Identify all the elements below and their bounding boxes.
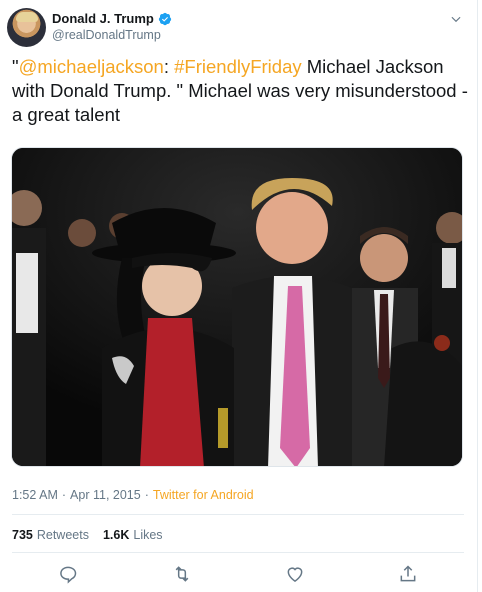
retweet-icon[interactable] <box>172 564 192 584</box>
retweets-label: Retweets <box>36 528 89 542</box>
verified-icon <box>158 12 171 25</box>
tweet-source-link[interactable]: Twitter for Android <box>153 488 254 502</box>
likes-count: 1.6K <box>102 528 130 542</box>
retweets-count: 735 <box>12 528 33 542</box>
photo-illustration <box>12 148 462 466</box>
author-name-row: Donald J. Trump <box>52 11 172 26</box>
avatar[interactable] <box>7 8 46 47</box>
tweet-colon: : <box>163 56 175 77</box>
divider-top <box>12 514 464 515</box>
meta-separator-2: · <box>144 488 149 502</box>
tweet-actions <box>0 564 478 586</box>
tweet-time[interactable]: 1:52 AM <box>12 488 58 502</box>
chevron-down-icon[interactable] <box>449 12 463 26</box>
tweet-text: "@michaeljackson: #FriendlyFriday Michae… <box>12 55 472 127</box>
tweet-meta: 1:52 AM · Apr 11, 2015 · Twitter for Android <box>12 488 254 502</box>
share-icon[interactable] <box>398 564 418 584</box>
author-handle[interactable]: @realDonaldTrump <box>52 28 161 42</box>
meta-separator: · <box>61 488 67 502</box>
tweet-card: Donald J. Trump @realDonaldTrump "@micha… <box>0 0 478 592</box>
likes-stat[interactable]: 1.6K Likes <box>103 528 163 542</box>
reply-icon[interactable] <box>58 564 78 584</box>
likes-label: Likes <box>133 528 163 542</box>
tweet-date[interactable]: Apr 11, 2015 <box>70 488 141 502</box>
divider-bottom <box>12 552 464 553</box>
like-icon[interactable] <box>285 564 305 584</box>
retweets-stat[interactable]: 735 Retweets <box>12 528 89 542</box>
hashtag-link[interactable]: #FriendlyFriday <box>174 56 302 77</box>
author-display-name[interactable]: Donald J. Trump <box>52 11 154 26</box>
tweet-photo[interactable] <box>11 147 463 467</box>
mention-link[interactable]: @michaeljackson <box>19 56 164 77</box>
tweet-prefix: " <box>12 56 19 77</box>
tweet-stats: 735 Retweets 1.6K Likes <box>12 528 163 542</box>
